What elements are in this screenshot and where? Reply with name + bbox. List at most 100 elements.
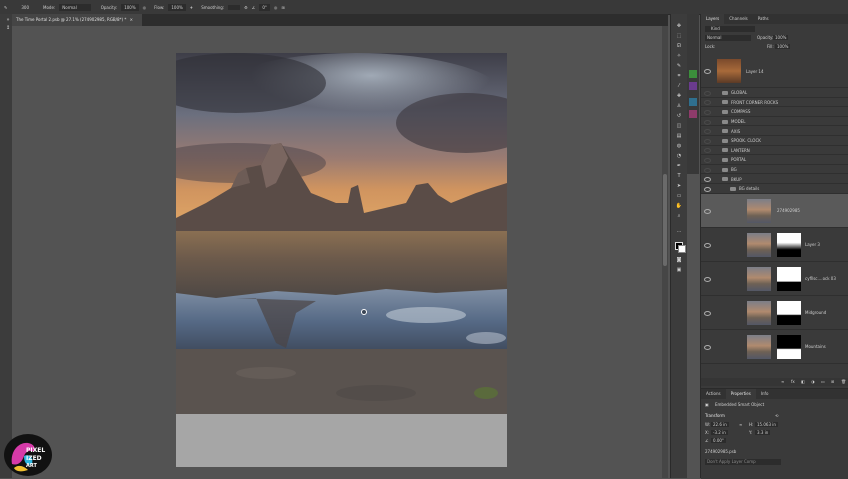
layer-row[interactable]: GLOBAL	[701, 88, 848, 98]
visibility-eye-icon[interactable]	[704, 242, 711, 248]
scrollbar-thumb[interactable]	[663, 174, 667, 266]
add-mask-icon[interactable]: ◧	[801, 379, 805, 384]
clone-stamp-icon[interactable]: ♙	[675, 104, 683, 109]
layer-row[interactable]: cyfllsc....ock 03	[701, 262, 848, 296]
layer-mask-thumbnail[interactable]	[777, 334, 801, 359]
visibility-eye-icon[interactable]	[704, 344, 711, 350]
pressure-opacity-icon[interactable]: ◎	[143, 5, 147, 10]
layer-thumbnail[interactable]	[747, 334, 771, 359]
pressure-size-icon[interactable]: ◎	[274, 5, 278, 10]
type-tool-icon[interactable]: T	[675, 174, 683, 179]
layer-opacity-value[interactable]: 100%	[773, 35, 789, 40]
layer-thumbnail[interactable]	[747, 266, 771, 291]
plugin-icon-2[interactable]	[689, 82, 697, 90]
layer-filter-kind[interactable]: Kind	[705, 26, 755, 32]
healing-icon[interactable]: ✚	[675, 94, 683, 99]
hand-tool-icon[interactable]: ✋	[675, 204, 683, 209]
visibility-eye-icon[interactable]	[704, 90, 711, 96]
layer-mask-thumbnail[interactable]	[777, 300, 801, 325]
marquee-tool-icon[interactable]: ⬚	[675, 34, 683, 39]
brush-tool-icon[interactable]: ✎	[4, 5, 7, 10]
fill-value[interactable]: 100%	[775, 44, 791, 49]
layer-row[interactable]: SPOOK. CLOCK	[701, 136, 848, 146]
crop-tool-icon[interactable]: ⌗	[675, 74, 683, 79]
layer-row[interactable]: BG details	[701, 184, 848, 194]
visibility-eye-icon[interactable]	[704, 109, 711, 115]
trash-icon[interactable]: 🗑	[841, 379, 846, 384]
layer-row[interactable]: Layer 3	[701, 228, 848, 262]
visibility-eye-icon[interactable]	[704, 129, 711, 135]
lasso-tool-icon[interactable]: ᘏ	[675, 44, 683, 49]
visibility-eye-icon[interactable]	[704, 157, 711, 163]
document-tab[interactable]: The Time Portal 2.psb @ 27.1% (274902985…	[12, 14, 142, 26]
gradient-icon[interactable]: ▤	[675, 134, 683, 139]
tab-channels[interactable]: Channels	[724, 14, 753, 24]
visibility-eye-icon[interactable]	[704, 148, 711, 154]
adjustment-icon[interactable]: ◑	[811, 379, 815, 384]
layer-thumbnail[interactable]	[747, 232, 771, 257]
visibility-eye-icon[interactable]	[704, 310, 711, 316]
layer-row[interactable]: MODEL	[701, 117, 848, 127]
layer-row[interactable]: FRONT CORNER ROCKS	[701, 98, 848, 108]
tab-info[interactable]: Info	[756, 389, 774, 399]
layer-comp-dropdown[interactable]: Don't Apply Layer Comp	[705, 459, 781, 465]
angle-value[interactable]: 0°	[259, 3, 270, 11]
fx-icon[interactable]: fx	[791, 379, 795, 384]
brush-size[interactable]: 300	[21, 5, 29, 10]
link-layers-icon[interactable]: ∞	[781, 379, 784, 384]
layer-row[interactable]: 274902985	[701, 193, 848, 228]
link-dimensions-icon[interactable]: ∞	[739, 422, 742, 427]
y-input[interactable]: 3.3 in	[755, 430, 771, 435]
brush-tool-icon[interactable]: ✎	[675, 64, 683, 69]
more-tools-icon[interactable]: …	[675, 229, 683, 234]
tab-paths[interactable]: Paths	[753, 14, 774, 24]
visibility-eye-icon[interactable]	[704, 69, 711, 74]
layer-row[interactable]: PORTAL	[701, 155, 848, 165]
reset-transform-icon[interactable]: ⟲	[775, 413, 778, 418]
visibility-eye-icon[interactable]	[704, 100, 711, 106]
eyedropper-icon[interactable]: ⁄	[675, 84, 683, 89]
blur-icon[interactable]: ◍	[675, 144, 683, 149]
layer-thumbnail[interactable]	[747, 300, 771, 325]
mode-dropdown[interactable]: Normal	[59, 3, 91, 11]
layer-row[interactable]: Mountains	[701, 330, 848, 364]
visibility-eye-icon[interactable]	[704, 276, 711, 282]
layer-thumbnail[interactable]	[747, 198, 771, 223]
opacity-value[interactable]: 100%	[121, 3, 139, 11]
airbrush-icon[interactable]: ✈	[190, 5, 193, 10]
move-tool-icon[interactable]: ✥	[675, 24, 683, 29]
layer-row[interactable]: AXIS	[701, 126, 848, 136]
visibility-eye-icon[interactable]	[704, 177, 711, 183]
smoothing-input[interactable]	[228, 4, 241, 10]
visibility-eye-icon[interactable]	[704, 208, 711, 214]
plugin-icon-4[interactable]	[689, 110, 697, 118]
close-tab-icon[interactable]: ×	[130, 17, 133, 22]
new-layer-icon[interactable]: ⊞	[831, 379, 834, 384]
quick-mask-icon[interactable]: ◙	[675, 258, 683, 263]
layer-row[interactable]: COMPASS	[701, 107, 848, 117]
layer-row[interactable]: Midground	[701, 296, 848, 330]
screen-mode-icon[interactable]: ▣	[675, 268, 683, 273]
new-group-icon[interactable]: ▭	[821, 379, 825, 384]
plugin-icon-1[interactable]	[689, 70, 697, 78]
eraser-icon[interactable]: ◫	[675, 124, 683, 129]
history-brush-icon[interactable]: ↺	[675, 114, 683, 119]
symmetry-icon[interactable]: ⊞	[281, 5, 284, 10]
visibility-eye-icon[interactable]	[704, 138, 711, 144]
layer-row[interactable]: Layer 14	[701, 54, 848, 88]
quick-select-icon[interactable]: ✧	[675, 54, 683, 59]
tab-properties[interactable]: Properties	[725, 389, 756, 399]
move-icon[interactable]: »	[4, 18, 12, 23]
visibility-eye-icon[interactable]	[704, 167, 711, 173]
x-input[interactable]: -3.2 in	[711, 430, 728, 435]
plugin-icon-3[interactable]	[689, 98, 697, 106]
shape-tool-icon[interactable]: ▭	[675, 194, 683, 199]
layer-row[interactable]: BG	[701, 165, 848, 175]
layer-row[interactable]: BKUP	[701, 174, 848, 184]
angle-input[interactable]: 0.00°	[711, 438, 726, 443]
zoom-tool-icon[interactable]: ⌕	[675, 214, 683, 219]
tab-actions[interactable]: Actions	[701, 389, 726, 399]
visibility-eye-icon[interactable]	[704, 119, 711, 125]
dodge-icon[interactable]: ◔	[675, 154, 683, 159]
visibility-eye-icon[interactable]	[704, 186, 711, 192]
